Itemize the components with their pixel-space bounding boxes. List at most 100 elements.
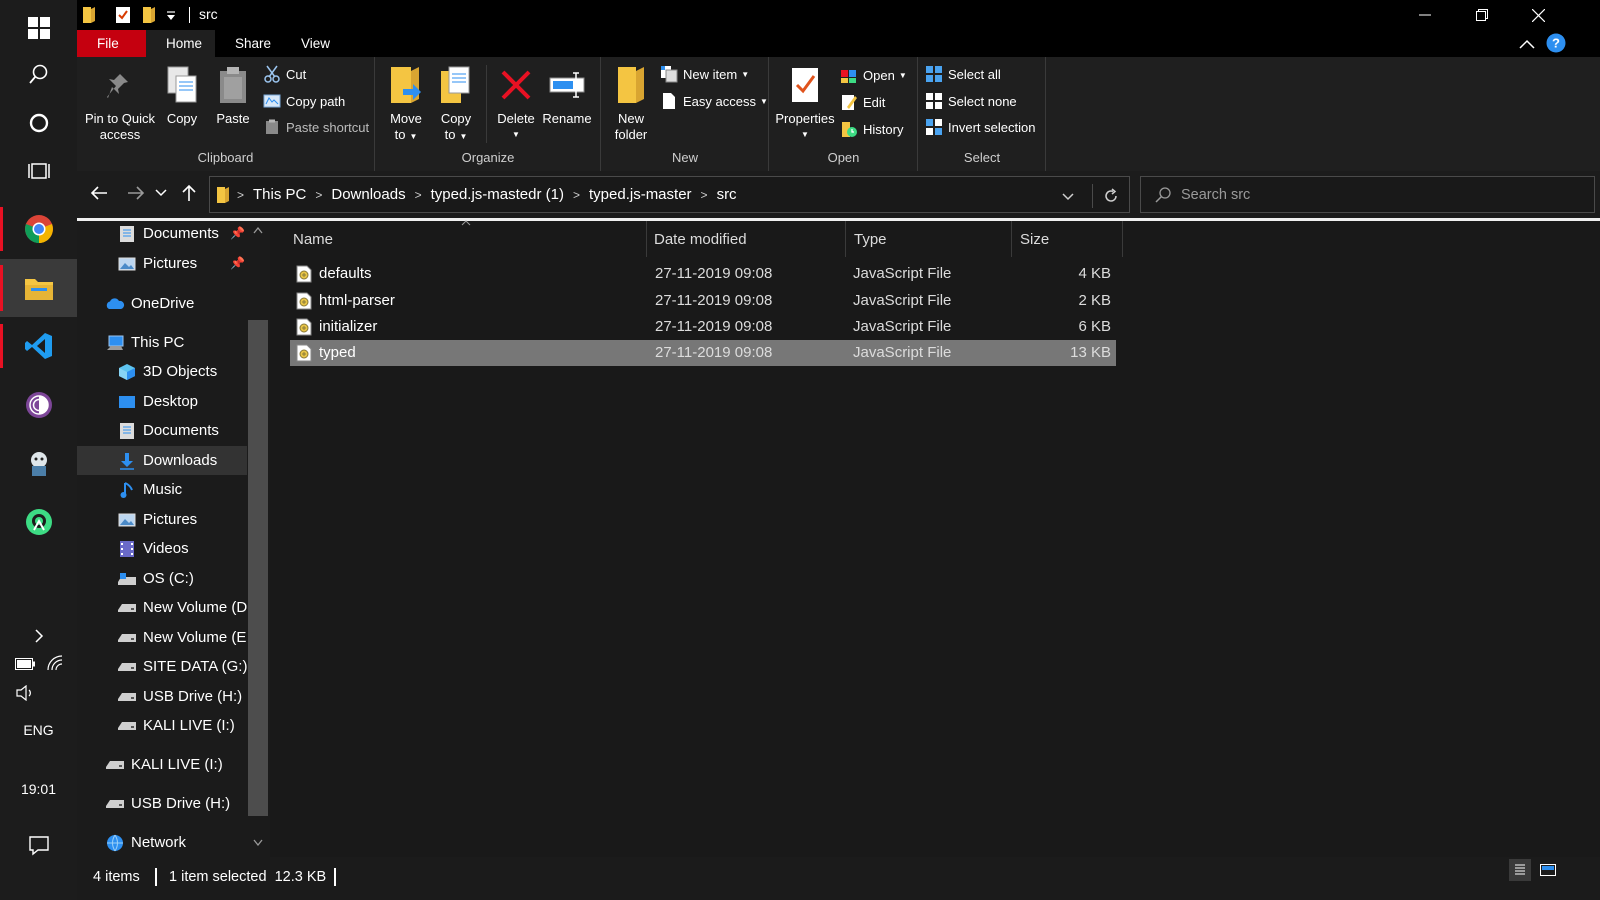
delete-button[interactable]: Delete ▼ — [494, 63, 538, 143]
new-folder-button[interactable]: New folder — [610, 63, 652, 143]
nav-item-onedrive[interactable]: OneDrive — [77, 289, 247, 318]
copy-path-button[interactable]: Copy path — [263, 90, 345, 112]
customize-quick-access-dropdown[interactable] — [165, 5, 177, 25]
nav-item-pictures-pinned[interactable]: Pictures 📌 — [77, 249, 247, 278]
nav-item-new-volume-e[interactable]: New Volume (E:) — [77, 623, 256, 652]
breadcrumb-typedjs-master[interactable]: typed.js-master — [589, 186, 692, 203]
language-indicator[interactable]: ENG — [0, 722, 77, 738]
breadcrumb-downloads[interactable]: Downloads — [331, 186, 405, 203]
history-button[interactable]: History — [840, 118, 903, 140]
paste-button[interactable]: Paste — [213, 63, 253, 127]
column-header-type[interactable]: Type — [846, 221, 1012, 257]
nav-item-3d-objects[interactable]: 3D Objects — [77, 357, 247, 386]
tab-share[interactable]: Share — [215, 30, 291, 57]
recent-locations-button[interactable] — [151, 179, 171, 207]
invert-selection-button[interactable]: Invert selection — [925, 116, 1035, 138]
breadcrumb-separator[interactable]: > — [701, 188, 708, 202]
restore-button[interactable] — [1453, 0, 1510, 30]
nav-item-this-pc[interactable]: This PC — [77, 328, 247, 357]
wifi-icon[interactable] — [46, 655, 64, 674]
nav-item-downloads[interactable]: Downloads — [77, 446, 247, 475]
file-explorer-taskbar-button[interactable] — [0, 259, 77, 317]
properties-quick-access-icon[interactable] — [115, 5, 131, 25]
action-center-button[interactable] — [0, 817, 77, 873]
vscode-taskbar-button[interactable] — [0, 318, 77, 374]
new-folder-quick-access-icon[interactable] — [141, 5, 157, 25]
select-none-button[interactable]: Select none — [925, 90, 1017, 112]
minimize-ribbon-button[interactable] — [1519, 36, 1535, 52]
open-button[interactable]: Open ▼ — [840, 64, 907, 86]
details-view-button[interactable] — [1509, 859, 1531, 881]
tab-view[interactable]: View — [281, 30, 350, 57]
move-to-button[interactable]: Move to ▼ — [384, 63, 428, 145]
nav-item-usb-drive-h-root[interactable]: USB Drive (H:) — [77, 789, 247, 818]
nav-scrollbar-thumb[interactable] — [248, 320, 268, 816]
app-taskbar-button[interactable] — [0, 435, 77, 491]
new-item-button[interactable]: New item ▼ — [660, 63, 749, 85]
battery-icon[interactable] — [15, 657, 35, 673]
forward-button[interactable] — [122, 179, 150, 207]
breadcrumb-separator[interactable]: > — [415, 188, 422, 202]
show-hidden-icons-button[interactable] — [0, 608, 77, 664]
nav-item-kali-live-i[interactable]: KALI LIVE (I:) — [77, 711, 247, 740]
search-box[interactable] — [1140, 176, 1595, 213]
nav-item-documents-pinned[interactable]: Documents 📌 — [77, 221, 247, 248]
cut-button[interactable]: Cut — [263, 63, 306, 85]
nav-item-music[interactable]: Music — [77, 475, 247, 504]
breadcrumb-typedjs-mastedr[interactable]: typed.js-mastedr (1) — [431, 186, 564, 203]
nav-item-desktop[interactable]: Desktop — [77, 387, 247, 416]
help-button[interactable]: ? — [1546, 33, 1566, 56]
breadcrumb-separator[interactable]: > — [237, 188, 244, 202]
minimize-button[interactable] — [1396, 0, 1453, 30]
nav-item-kali-live-i-root[interactable]: KALI LIVE (I:) — [77, 750, 247, 779]
chrome-taskbar-button[interactable] — [0, 201, 77, 257]
file-row[interactable]: html-parser 27-11-2019 09:08 JavaScript … — [290, 288, 1116, 314]
tab-home[interactable]: Home — [146, 30, 215, 57]
up-button[interactable] — [175, 179, 203, 207]
file-row[interactable]: defaults 27-11-2019 09:08 JavaScript Fil… — [290, 261, 1116, 287]
breadcrumb-this-pc[interactable]: This PC — [253, 186, 306, 203]
scroll-up-icon[interactable] — [253, 227, 263, 234]
task-view-button[interactable] — [0, 143, 77, 199]
nav-item-os-c[interactable]: OS (C:) — [77, 564, 247, 593]
refresh-button[interactable] — [1092, 184, 1128, 208]
file-row[interactable]: initializer 27-11-2019 09:08 JavaScript … — [290, 314, 1116, 340]
nav-item-usb-drive-h[interactable]: USB Drive (H:) — [77, 682, 247, 711]
close-button[interactable] — [1510, 0, 1567, 30]
select-all-button[interactable]: Select all — [925, 63, 1001, 85]
nav-item-site-data-g[interactable]: SITE DATA (G:) — [77, 652, 247, 681]
easy-access-button[interactable]: Easy access ▼ — [660, 90, 768, 112]
copy-to-button[interactable]: Copy to ▼ — [434, 63, 478, 145]
nav-item-videos[interactable]: Videos — [77, 534, 247, 563]
breadcrumb-src[interactable]: src — [717, 186, 737, 203]
scroll-down-icon[interactable] — [253, 839, 263, 846]
tor-browser-taskbar-button[interactable] — [0, 377, 77, 433]
column-header-size[interactable]: Size — [1012, 221, 1123, 257]
column-header-name[interactable]: Name — [285, 220, 647, 257]
rename-button[interactable]: Rename — [542, 63, 592, 127]
copy-button[interactable]: Copy — [163, 63, 201, 127]
breadcrumb-separator[interactable]: > — [573, 188, 580, 202]
back-button[interactable] — [85, 179, 113, 207]
nav-item-network[interactable]: Network — [77, 828, 247, 857]
tab-file[interactable]: File — [77, 30, 146, 57]
column-header-date-modified[interactable]: Date modified — [646, 221, 846, 257]
large-icons-view-button[interactable] — [1537, 859, 1559, 881]
properties-button[interactable]: Properties ▼ — [774, 63, 836, 143]
nav-item-documents[interactable]: Documents — [77, 416, 247, 445]
address-bar[interactable]: > This PC > Downloads > typed.js-mastedr… — [209, 176, 1130, 213]
edit-button[interactable]: Edit — [840, 91, 885, 113]
breadcrumb-separator[interactable]: > — [315, 188, 322, 202]
android-studio-taskbar-button[interactable] — [0, 494, 77, 550]
clock[interactable]: 19:01 — [0, 781, 77, 797]
nav-item-new-volume-d[interactable]: New Volume (D:) — [77, 593, 256, 622]
search-button[interactable] — [0, 46, 77, 102]
address-history-dropdown[interactable] — [1062, 188, 1074, 204]
search-input[interactable] — [1181, 186, 1561, 203]
file-row-selected[interactable]: typed 27-11-2019 09:08 JavaScript File 1… — [290, 340, 1116, 366]
pin-to-quick-access-button[interactable]: Pin to Quick access — [83, 63, 157, 143]
pin-icon[interactable]: 📌 — [230, 256, 245, 270]
pin-icon[interactable]: 📌 — [230, 226, 245, 240]
nav-item-pictures[interactable]: Pictures — [77, 505, 247, 534]
volume-icon[interactable] — [15, 684, 35, 704]
